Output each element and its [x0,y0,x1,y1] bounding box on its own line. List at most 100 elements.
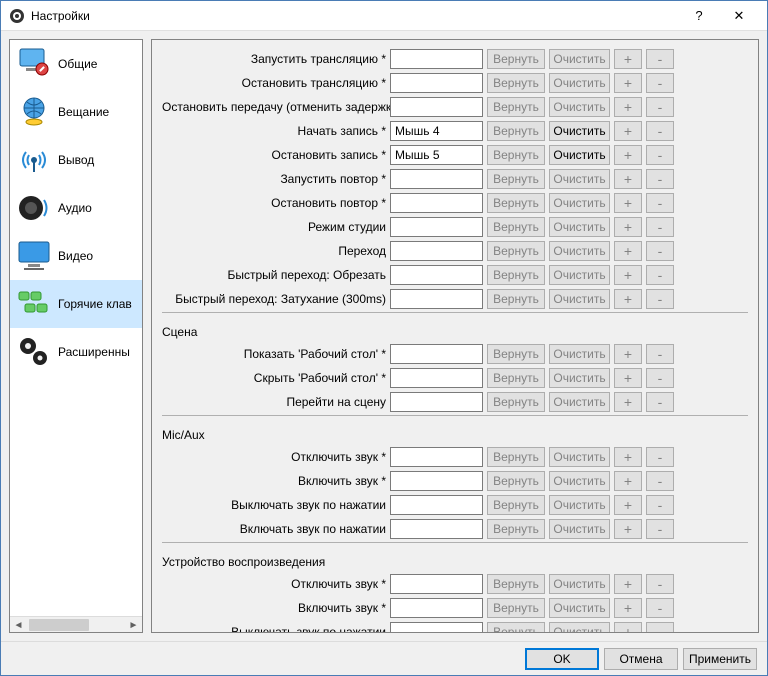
revert-button[interactable]: Вернуть [487,193,545,213]
add-button[interactable]: + [614,49,642,69]
add-button[interactable]: + [614,265,642,285]
hotkey-input[interactable] [390,289,483,309]
revert-button[interactable]: Вернуть [487,495,545,515]
add-button[interactable]: + [614,289,642,309]
add-button[interactable]: + [614,368,642,388]
remove-button[interactable]: - [646,598,674,618]
add-button[interactable]: + [614,495,642,515]
help-button[interactable]: ? [679,8,719,23]
clear-button[interactable]: Очистить [549,598,610,618]
hotkey-input[interactable] [390,121,483,141]
clear-button[interactable]: Очистить [549,265,610,285]
hotkey-input[interactable] [390,574,483,594]
clear-button[interactable]: Очистить [549,471,610,491]
clear-button[interactable]: Очистить [549,97,610,117]
revert-button[interactable]: Вернуть [487,447,545,467]
revert-button[interactable]: Вернуть [487,49,545,69]
remove-button[interactable]: - [646,344,674,364]
revert-button[interactable]: Вернуть [487,574,545,594]
hotkey-input[interactable] [390,495,483,515]
add-button[interactable]: + [614,217,642,237]
add-button[interactable]: + [614,193,642,213]
scroll-track[interactable] [27,617,125,633]
add-button[interactable]: + [614,145,642,165]
add-button[interactable]: + [614,574,642,594]
hotkey-input[interactable] [390,622,483,633]
revert-button[interactable]: Вернуть [487,265,545,285]
revert-button[interactable]: Вернуть [487,121,545,141]
hotkey-input[interactable] [390,392,483,412]
revert-button[interactable]: Вернуть [487,598,545,618]
ok-button[interactable]: OK [525,648,599,670]
clear-button[interactable]: Очистить [549,193,610,213]
nav-advanced[interactable]: Расширенны [10,328,143,376]
remove-button[interactable]: - [646,392,674,412]
hotkey-input[interactable] [390,97,483,117]
hotkey-input[interactable] [390,193,483,213]
add-button[interactable]: + [614,121,642,141]
clear-button[interactable]: Очистить [549,169,610,189]
nav-audio[interactable]: Аудио [10,184,143,232]
clear-button[interactable]: Очистить [549,447,610,467]
add-button[interactable]: + [614,598,642,618]
apply-button[interactable]: Применить [683,648,757,670]
add-button[interactable]: + [614,241,642,261]
hotkey-input[interactable] [390,519,483,539]
remove-button[interactable]: - [646,622,674,633]
clear-button[interactable]: Очистить [549,392,610,412]
clear-button[interactable]: Очистить [549,495,610,515]
remove-button[interactable]: - [646,368,674,388]
add-button[interactable]: + [614,392,642,412]
revert-button[interactable]: Вернуть [487,73,545,93]
scroll-left-icon[interactable]: ◄ [10,617,27,633]
scroll-thumb[interactable] [29,619,89,631]
hotkey-input[interactable] [390,217,483,237]
nav-hotkeys[interactable]: Горячие клав [10,280,143,328]
remove-button[interactable]: - [646,73,674,93]
scroll-right-icon[interactable]: ► [125,617,142,633]
revert-button[interactable]: Вернуть [487,622,545,633]
nav-stream[interactable]: Вещание [10,88,143,136]
hotkey-input[interactable] [390,73,483,93]
clear-button[interactable]: Очистить [549,121,610,141]
revert-button[interactable]: Вернуть [487,169,545,189]
add-button[interactable]: + [614,447,642,467]
hotkey-input[interactable] [390,368,483,388]
revert-button[interactable]: Вернуть [487,217,545,237]
remove-button[interactable]: - [646,145,674,165]
revert-button[interactable]: Вернуть [487,519,545,539]
hotkey-input[interactable] [390,241,483,261]
remove-button[interactable]: - [646,471,674,491]
revert-button[interactable]: Вернуть [487,368,545,388]
nav-general[interactable]: Общие [10,40,143,88]
clear-button[interactable]: Очистить [549,145,610,165]
add-button[interactable]: + [614,169,642,189]
hotkey-input[interactable] [390,598,483,618]
clear-button[interactable]: Очистить [549,217,610,237]
clear-button[interactable]: Очистить [549,73,610,93]
nav-output[interactable]: Вывод [10,136,143,184]
remove-button[interactable]: - [646,265,674,285]
cancel-button[interactable]: Отмена [604,648,678,670]
hotkey-input[interactable] [390,471,483,491]
remove-button[interactable]: - [646,289,674,309]
clear-button[interactable]: Очистить [549,574,610,594]
revert-button[interactable]: Вернуть [487,471,545,491]
sidebar-hscroll[interactable]: ◄ ► [10,616,142,633]
revert-button[interactable]: Вернуть [487,289,545,309]
remove-button[interactable]: - [646,519,674,539]
remove-button[interactable]: - [646,121,674,141]
hotkey-input[interactable] [390,49,483,69]
add-button[interactable]: + [614,97,642,117]
hotkey-input[interactable] [390,169,483,189]
revert-button[interactable]: Вернуть [487,97,545,117]
remove-button[interactable]: - [646,193,674,213]
clear-button[interactable]: Очистить [549,49,610,69]
hotkey-input[interactable] [390,145,483,165]
remove-button[interactable]: - [646,97,674,117]
hotkey-input[interactable] [390,265,483,285]
revert-button[interactable]: Вернуть [487,344,545,364]
clear-button[interactable]: Очистить [549,622,610,633]
remove-button[interactable]: - [646,574,674,594]
clear-button[interactable]: Очистить [549,368,610,388]
